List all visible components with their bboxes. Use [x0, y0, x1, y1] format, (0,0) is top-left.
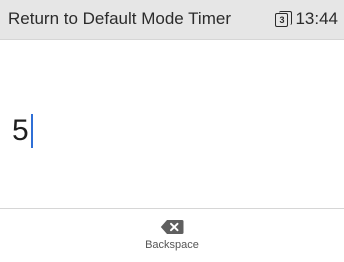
text-caret	[30, 114, 33, 148]
page-title: Return to Default Mode Timer	[8, 9, 231, 28]
softkey-bar: Backspace	[0, 208, 344, 262]
sim-slot-number: 3	[279, 14, 285, 25]
status-area: 3 13:44	[275, 9, 338, 29]
backspace-icon	[160, 220, 184, 234]
input-value[interactable]: 5	[12, 112, 29, 150]
backspace-label: Backspace	[145, 239, 199, 251]
screen: Return to Default Mode Timer 3 13:44 5 B…	[0, 0, 344, 262]
title-bar: Return to Default Mode Timer 3 13:44	[0, 0, 344, 40]
sim-card-icon: 3	[275, 10, 293, 28]
input-value-wrap[interactable]: 5	[12, 112, 33, 150]
number-input-field[interactable]: 5	[0, 40, 344, 208]
status-clock: 13:44	[295, 9, 338, 28]
backspace-softkey[interactable]: Backspace	[102, 215, 242, 261]
